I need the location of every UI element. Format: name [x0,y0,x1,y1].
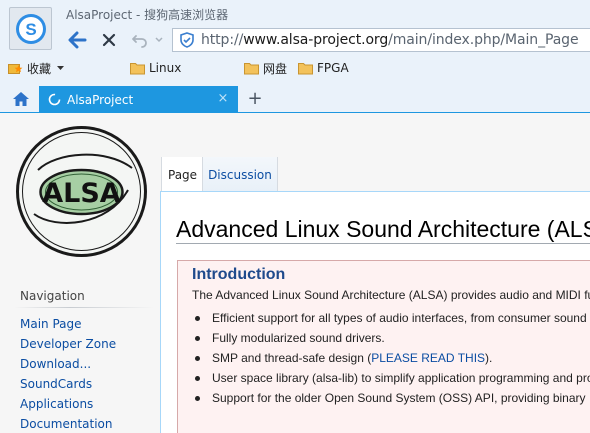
bookmark-label: FPGA [317,61,349,75]
browser-chrome: S AlsaProject - 搜狗高速浏览器 http://www.alsa-… [0,0,590,113]
tab-discussion[interactable]: Discussion [202,157,278,192]
list-item: Efficient support for all types of audio… [192,311,590,331]
redo-button[interactable] [128,28,152,52]
bullet-icon [195,356,200,361]
tab-alsaproject[interactable]: AlsaProject × [39,86,238,113]
address-bar[interactable]: http://www.alsa-project.org/main/index.p… [172,28,590,52]
redo-arrow-icon [132,35,147,48]
bookmark-linux[interactable]: Linux [130,60,181,76]
list-item-text: Efficient support for all types of audio… [212,311,590,325]
introduction-box: Introduction The Advanced Linux Sound Ar… [177,260,590,433]
logo-text: ALSA [42,178,121,209]
list-item: Fully modularized sound drivers. [192,331,590,351]
bookmark-label: 收藏 [27,61,52,76]
content-area: Advanced Linux Sound Architecture (ALSA)… [160,191,590,433]
caret-down-icon [57,66,65,70]
url-path: /main/index.php/Main_Page [388,32,579,48]
introduction-heading: Introduction [192,266,286,283]
list-item-text: Fully modularized sound drivers. [212,331,385,345]
nav-link-applications[interactable]: Applications [20,397,116,417]
folder-icon [130,62,145,74]
bookmark-label: Linux [149,61,182,75]
bullet-icon [195,396,200,401]
shield-icon [180,32,194,48]
tab-close-icon[interactable]: × [217,92,229,106]
nav-link-documentation[interactable]: Documentation [20,417,116,433]
back-button[interactable] [65,28,89,52]
sogou-browser-logo-icon[interactable]: S [9,7,52,50]
close-icon [102,33,116,47]
page-title: Advanced Linux Sound Architecture (ALSA) [176,216,590,242]
nav-link-main-page[interactable]: Main Page [20,317,116,337]
list-item: Support for the older Open Sound System … [192,391,590,411]
title-divider [176,243,590,244]
bullet-icon [195,316,200,321]
tab-page[interactable]: Page [161,157,203,192]
bookmark-fpga[interactable]: FPGA [298,60,349,76]
bookmark-netdisk[interactable]: 网盘 [244,60,287,76]
tab-label: AlsaProject [67,92,134,107]
svg-text:S: S [25,20,36,39]
home-icon[interactable] [12,91,30,107]
list-item-text: SMP and thread-safe design ( [212,351,372,365]
folder-icon [298,62,313,74]
navigation-heading: Navigation [20,289,85,303]
content-tabs: Page Discussion [161,157,278,192]
bookmark-label: 网盘 [263,61,288,76]
url-text[interactable]: http://www.alsa-project.org/main/index.p… [201,32,578,48]
new-tab-button[interactable]: + [246,89,264,109]
list-item: User space library (alsa-lib) to simplif… [192,371,590,391]
bookmarks-bar: 收藏 Linux 网盘 FPGA [0,58,590,78]
url-scheme: http:// [201,32,244,48]
nav-link-developer-zone[interactable]: Developer Zone [20,337,116,357]
list-item-text: ). [485,351,493,365]
list-item-text: User space library (alsa-lib) to simplif… [212,371,590,385]
nav-link-soundcards[interactable]: SoundCards [20,377,116,397]
loading-spinner-icon [48,93,61,106]
feature-list: Efficient support for all types of audio… [192,311,590,411]
list-item: SMP and thread-safe design (PLEASE READ … [192,351,590,371]
alsa-logo[interactable]: ALSA [16,126,147,257]
window-title: AlsaProject - 搜狗高速浏览器 [66,8,229,22]
tab-strip: AlsaProject × + [0,86,590,113]
star-folder-icon [8,63,23,74]
arrow-left-icon [68,31,87,49]
web-page: ALSA Navigation Main Page Developer Zone… [0,113,590,433]
nav-link-download[interactable]: Download... [20,357,116,377]
bookmark-favorites[interactable]: 收藏 [8,60,69,76]
please-read-this-link[interactable]: PLEASE READ THIS [371,351,485,365]
list-item-text: Support for the older Open Sound System … [212,391,586,405]
introduction-lead: The Advanced Linux Sound Architecture (A… [192,288,590,302]
stop-button[interactable] [97,28,121,52]
bullet-icon [195,336,200,341]
navigation-divider [14,307,154,308]
folder-icon [244,62,259,74]
navigation-list: Main Page Developer Zone Download... Sou… [20,317,116,433]
chevron-down-icon[interactable] [155,37,163,43]
url-host: www.alsa-project.org [243,32,389,48]
bullet-icon [195,376,200,381]
